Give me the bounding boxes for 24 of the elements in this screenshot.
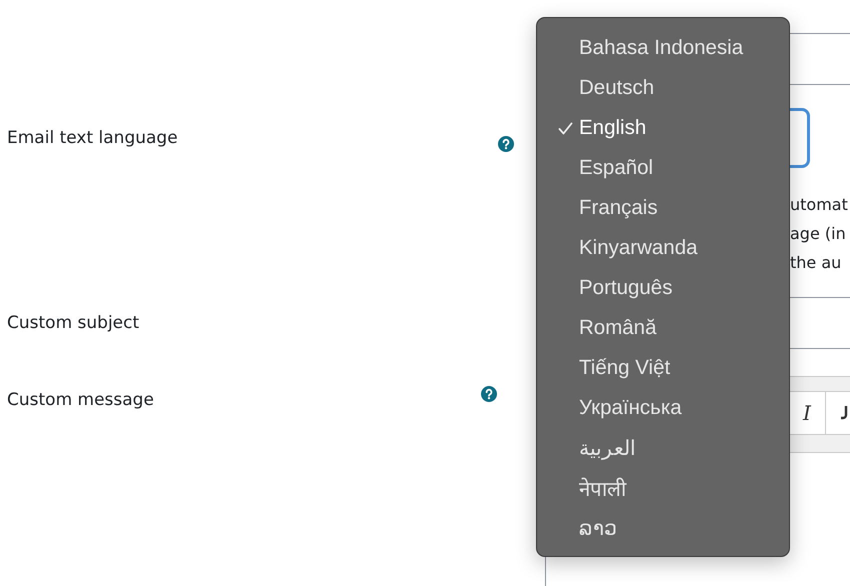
field-label: Email text language — [6, 128, 179, 148]
menu-item[interactable]: नेपाली — [537, 468, 789, 508]
menu-item[interactable]: Tiếng Việt — [537, 348, 789, 388]
help-icon[interactable] — [498, 136, 514, 152]
menu-item[interactable]: English — [537, 108, 789, 148]
field-label: Custom subject — [6, 313, 140, 333]
menu-item[interactable]: ລາວ — [537, 508, 789, 548]
menu-item[interactable]: Română — [537, 308, 789, 348]
field-label: Custom message — [6, 389, 155, 410]
menu-item[interactable]: العربية — [537, 428, 789, 468]
menu-item[interactable]: Bahasa Indonesia — [537, 28, 789, 68]
description-text: the au — [790, 252, 842, 274]
menu-item[interactable]: Українська — [537, 388, 789, 428]
description-text: utomat — [790, 194, 848, 216]
menu-item[interactable]: Kinyarwanda — [537, 228, 789, 268]
menu-item[interactable]: Français — [537, 188, 789, 228]
help-icon[interactable] — [481, 386, 497, 402]
description-text: age (in — [790, 223, 846, 245]
menu-item[interactable]: Español — [537, 148, 789, 188]
hook-icon — [840, 406, 848, 420]
check-icon — [558, 122, 573, 134]
menu-item[interactable]: Português — [537, 268, 789, 308]
menu-item[interactable]: Deutsch — [537, 68, 789, 108]
italic-button[interactable]: I — [788, 391, 826, 435]
